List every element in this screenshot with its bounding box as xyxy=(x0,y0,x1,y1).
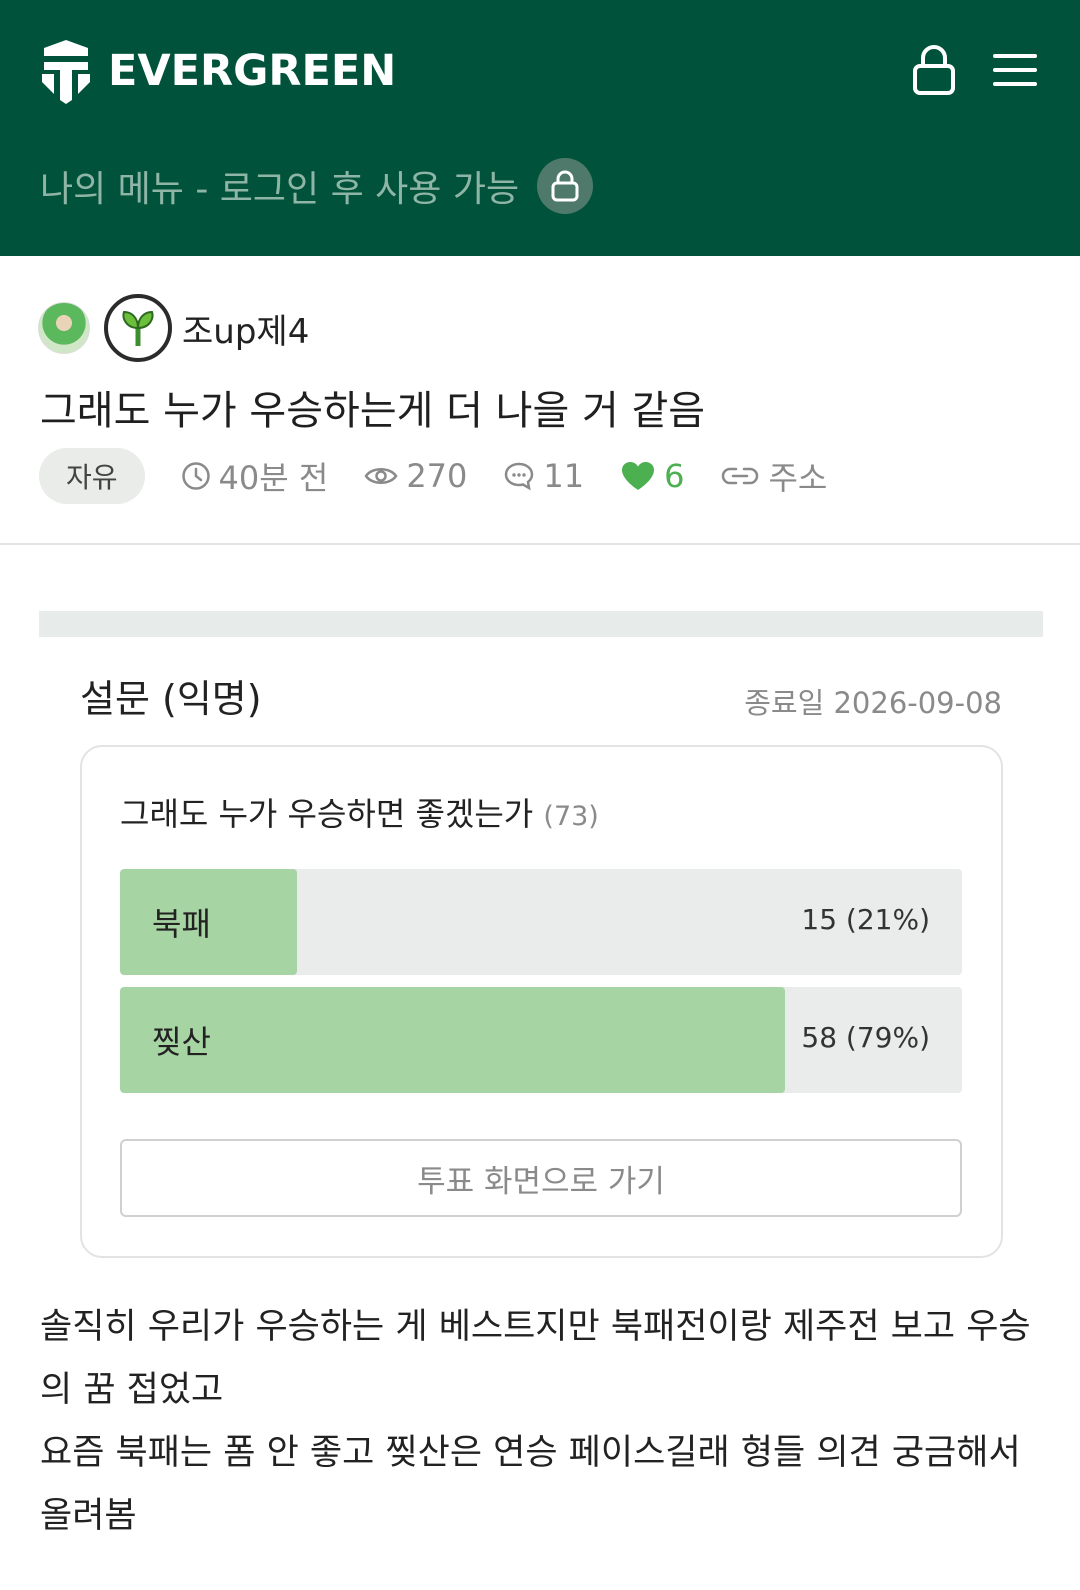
poll-option-result: 15 (21%) xyxy=(801,903,930,936)
poll-question: 그래도 누가 우승하면 좋겠는가 (73) xyxy=(120,789,599,835)
brand-logo[interactable]: EVERGREEN xyxy=(38,38,396,104)
post-comments[interactable]: 11 xyxy=(503,457,584,495)
brand-name: EVERGREEN xyxy=(108,46,397,96)
views-count: 270 xyxy=(406,457,468,495)
go-to-vote-button[interactable]: 투표 화면으로 가기 xyxy=(120,1139,962,1217)
my-menu-label: 나의 메뉴 - 로그인 후 사용 가능 xyxy=(40,169,520,210)
eye-icon xyxy=(364,468,398,484)
logo-icon xyxy=(42,40,90,104)
time-text: 40분 전 xyxy=(218,459,329,497)
content-separator-band xyxy=(39,611,1043,637)
survey-heading: 설문 (익명) xyxy=(80,677,262,721)
post-meta: 자유 40분 전 270 11 6 주소 xyxy=(39,448,827,504)
sprout-badge-icon xyxy=(104,294,172,362)
post-title: 그래도 누가 우승하는게 더 나을 거 같음 xyxy=(40,388,706,434)
hamburger-menu-icon[interactable] xyxy=(992,50,1038,90)
author-name[interactable]: 조up제4 xyxy=(182,304,309,353)
post-body: 솔직히 우리가 우승하는 게 베스트지만 북패전이랑 제주전 보고 우승의 꿈 … xyxy=(40,1296,1040,1548)
poll-option-label: 찢산 xyxy=(152,1023,211,1061)
poll-question-text: 그래도 누가 우승하면 좋겠는가 xyxy=(120,795,534,833)
lock-icon[interactable] xyxy=(912,44,956,96)
category-chip[interactable]: 자유 xyxy=(39,448,145,504)
poll-option[interactable]: 북패 15 (21%) xyxy=(120,869,962,975)
my-menu-bar[interactable]: 나의 메뉴 - 로그인 후 사용 가능 xyxy=(40,158,594,214)
divider xyxy=(0,543,1080,545)
lock-icon xyxy=(537,158,594,214)
copy-link[interactable]: 주소 xyxy=(720,453,827,499)
poll-option-bar xyxy=(120,987,786,1093)
top-header: EVERGREEN 나의 메뉴 - 로그인 후 사용 가능 xyxy=(0,0,1080,256)
poll-card: 그래도 누가 우승하면 좋겠는가 (73) 북패 15 (21%) 찢산 58 … xyxy=(80,745,1003,1258)
link-label: 주소 xyxy=(768,459,828,497)
link-icon xyxy=(722,467,759,485)
poll-total-count: (73) xyxy=(543,801,599,832)
poll-option-label: 북패 xyxy=(152,905,211,943)
body-paragraph: 솔직히 우리가 우승하는 게 베스트지만 북패전이랑 제주전 보고 우승의 꿈 … xyxy=(40,1307,1031,1410)
comments-count: 11 xyxy=(543,457,585,495)
post-author[interactable]: 조up제4 xyxy=(38,294,309,362)
clock-icon xyxy=(181,462,210,490)
post-likes[interactable]: 6 xyxy=(620,457,684,495)
likes-count: 6 xyxy=(664,457,685,495)
survey-end-date: 종료일 2026-09-08 xyxy=(744,686,1002,720)
poll-option-result: 58 (79%) xyxy=(801,1021,930,1054)
body-paragraph: 요즘 북패는 폼 안 좋고 찢산은 연승 페이스길래 형들 의견 궁금해서 올려… xyxy=(40,1433,1021,1536)
post-views: 270 xyxy=(364,457,467,495)
avatar[interactable] xyxy=(38,302,90,354)
poll-option[interactable]: 찢산 58 (79%) xyxy=(120,987,962,1093)
post-time: 40분 전 xyxy=(181,453,329,499)
comment-icon xyxy=(505,462,534,491)
heart-icon xyxy=(622,462,655,490)
